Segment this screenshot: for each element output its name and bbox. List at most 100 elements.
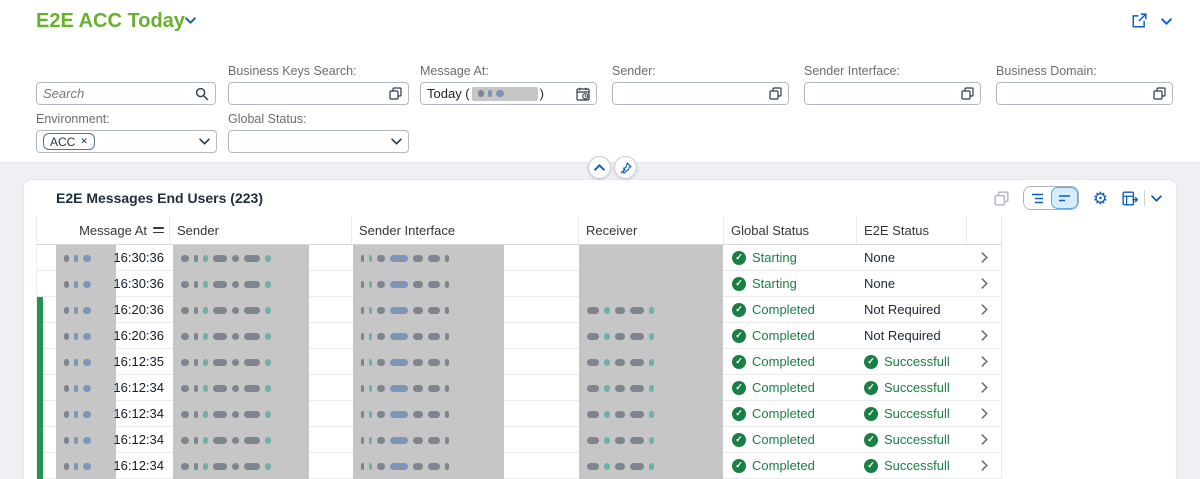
table-row[interactable]: 16:12:35 ✓ Completed ✓ Successfull (37, 349, 1001, 375)
copy-icon[interactable] (994, 191, 1009, 206)
table-settings-gear-icon[interactable]: ⚙ (1093, 190, 1108, 207)
message-at-input[interactable]: Today ( ) (420, 82, 597, 105)
cell-sender-interface (351, 323, 578, 348)
search-icon[interactable] (195, 87, 209, 101)
status-check-icon: ✓ (864, 355, 878, 369)
global-status-multicombobox[interactable] (228, 130, 409, 153)
table-row[interactable]: 16:30:36 ✓ Starting ✓ None (37, 271, 1001, 297)
redacted-receiver (579, 375, 723, 401)
table-row[interactable]: 16:20:36 ✓ Completed ✓ Not Required (37, 297, 1001, 323)
environment-token: ACC ✕ (43, 133, 95, 150)
redacted-sender (173, 349, 309, 375)
search-input[interactable]: Search (36, 82, 216, 105)
column-label: Sender Interface (359, 223, 455, 238)
messages-table-card: E2E Messages End Users (223) (24, 180, 1176, 479)
cell-global-status: ✓ Completed (723, 323, 856, 348)
chevron-right-icon (981, 252, 988, 263)
row-navigation[interactable] (966, 323, 1003, 348)
sender-interface-input[interactable] (804, 82, 981, 105)
cell-sender-interface (351, 427, 578, 452)
cell-sender (169, 375, 351, 400)
table-row[interactable]: 16:12:34 ✓ Completed ✓ Successfull (37, 401, 1001, 427)
cell-global-status: ✓ Completed (723, 349, 856, 374)
row-navigation[interactable] (966, 297, 1003, 322)
status-check-icon: ✓ (732, 355, 746, 369)
business-keys-input[interactable] (228, 82, 409, 105)
column-header-sender[interactable]: Sender (169, 216, 351, 244)
row-navigation[interactable] (966, 245, 1003, 270)
cell-sender (169, 323, 351, 348)
table-row[interactable]: 16:12:34 ✓ Completed ✓ Successfull (37, 453, 1001, 479)
export-to-spreadsheet-icon[interactable] (1122, 191, 1138, 206)
value-help-icon[interactable] (1153, 87, 1166, 100)
pin-filterbar-button[interactable] (614, 156, 637, 179)
column-header-global-status[interactable]: Global Status (723, 216, 856, 244)
redacted-sender-interface (353, 245, 504, 271)
redacted-receiver (579, 401, 723, 427)
cell-sender (169, 349, 351, 374)
chevron-down-icon[interactable] (391, 138, 402, 145)
sort-indicator-icon (153, 227, 164, 233)
table-row[interactable]: 16:12:34 ✓ Completed ✓ Successfull (37, 427, 1001, 453)
row-navigation[interactable] (966, 401, 1003, 426)
collapse-filterbar-button[interactable] (588, 156, 611, 179)
token-remove-icon[interactable]: ✕ (80, 136, 88, 147)
environment-multicombobox[interactable]: ACC ✕ (36, 130, 217, 153)
page-title: E2E ACC Today (36, 10, 185, 33)
environment-token-text: ACC (50, 135, 75, 149)
column-label: Receiver (586, 223, 637, 238)
column-label: E2E Status (864, 223, 929, 238)
status-check-icon: ✓ (864, 459, 878, 473)
chevron-right-icon (981, 382, 988, 393)
redacted-sender (173, 245, 309, 271)
expand-groups-button[interactable] (1024, 187, 1051, 209)
cell-global-status: ✓ Starting (723, 245, 856, 270)
share-icon[interactable] (1131, 13, 1147, 29)
row-navigation[interactable] (966, 349, 1003, 374)
row-navigation[interactable] (966, 453, 1003, 478)
cell-receiver (578, 453, 723, 478)
row-navigation[interactable] (966, 427, 1003, 452)
column-header-receiver[interactable]: Receiver (578, 216, 723, 244)
redacted-sender (173, 427, 309, 453)
cell-sender-interface (351, 271, 578, 296)
column-header-e2e-status[interactable]: E2E Status (856, 216, 966, 244)
cell-global-status: ✓ Completed (723, 453, 856, 478)
row-navigation[interactable] (966, 375, 1003, 400)
cell-sender-interface (351, 401, 578, 426)
global-status-text: Completed (752, 458, 815, 473)
chevron-up-icon (594, 164, 605, 171)
business-domain-input[interactable] (996, 82, 1173, 105)
column-header-sender-interface[interactable]: Sender Interface (351, 216, 578, 244)
cell-sender-interface (351, 375, 578, 400)
column-label: Message At (79, 223, 147, 238)
title-chevron-down-icon[interactable] (185, 17, 196, 24)
business-domain-label: Business Domain: (996, 64, 1097, 78)
cell-global-status: ✓ Completed (723, 375, 856, 400)
toolbar-divider (1144, 190, 1145, 206)
value-help-icon[interactable] (389, 87, 402, 100)
collapse-groups-button[interactable] (1051, 187, 1078, 209)
date-time-picker-icon[interactable] (576, 87, 590, 101)
cell-global-status: ✓ Starting (723, 271, 856, 296)
row-navigation[interactable] (966, 271, 1003, 296)
chevron-down-icon[interactable] (199, 138, 210, 145)
table-row[interactable]: 16:30:36 ✓ Starting ✓ None (37, 245, 1001, 271)
value-help-icon[interactable] (769, 87, 782, 100)
e2e-status-text: Not Required (864, 302, 941, 317)
table-row[interactable]: 16:20:36 ✓ Completed ✓ Not Required (37, 323, 1001, 349)
table-row[interactable]: 16:12:34 ✓ Completed ✓ Successfull (37, 375, 1001, 401)
column-header-message-at[interactable]: Message At (43, 216, 169, 244)
message-time: 16:12:34 (43, 380, 169, 395)
cell-receiver (578, 245, 723, 270)
export-chevron-down-icon[interactable] (1151, 195, 1162, 202)
redacted-receiver (579, 245, 723, 271)
cell-sender-interface (351, 245, 578, 270)
redacted-sender-interface (353, 375, 504, 401)
shell-actions (1131, 13, 1172, 29)
global-status-text: Completed (752, 302, 815, 317)
shell-chevron-down-icon[interactable] (1161, 18, 1172, 25)
value-help-icon[interactable] (961, 87, 974, 100)
redacted-receiver (579, 453, 723, 479)
sender-input[interactable] (612, 82, 789, 105)
